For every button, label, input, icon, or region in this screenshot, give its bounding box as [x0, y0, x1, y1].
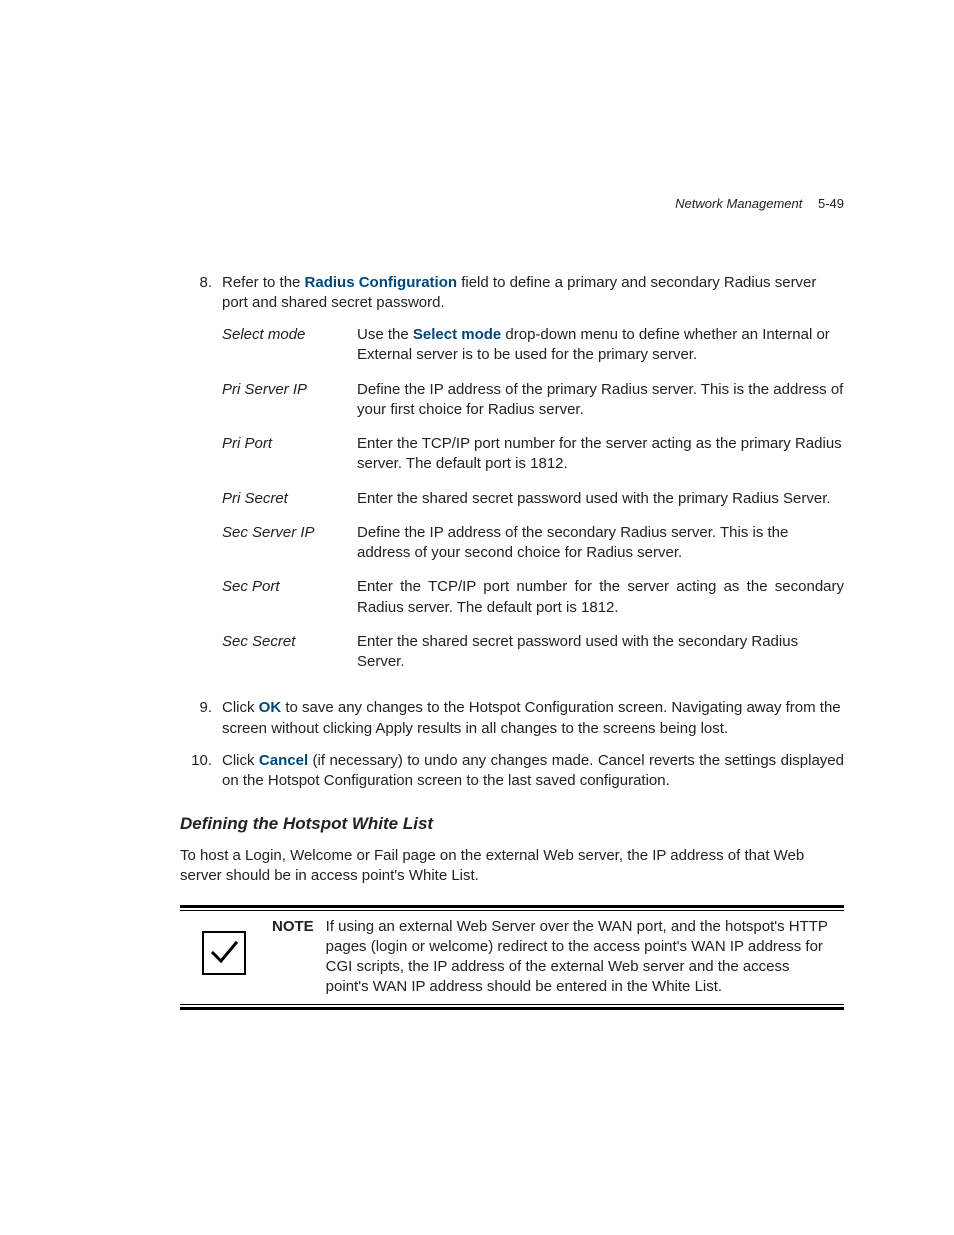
definition-table: Select mode Use the Select mode drop-dow…	[222, 325, 844, 672]
def-row: Sec Server IP Define the IP address of t…	[222, 523, 844, 564]
step-number: 8.	[180, 273, 222, 687]
def-term: Sec Server IP	[222, 523, 357, 564]
step-body: Click Cancel (if necessary) to undo any …	[222, 751, 844, 792]
def-desc: Enter the shared secret password used wi…	[357, 632, 844, 673]
step-9: 9. Click OK to save any changes to the H…	[180, 698, 844, 739]
bold-term: OK	[259, 699, 282, 716]
page-content: Network Management 5-49 8. Refer to the …	[0, 0, 954, 1010]
note-label: NOTE	[272, 917, 314, 998]
def-term: Pri Secret	[222, 489, 357, 509]
header-page-number: 5-49	[818, 196, 844, 211]
def-desc: Enter the TCP/IP port number for the ser…	[357, 434, 844, 475]
bold-term: Cancel	[259, 752, 308, 769]
def-row: Sec Secret Enter the shared secret passw…	[222, 632, 844, 673]
section-heading: Defining the Hotspot White List	[180, 813, 844, 836]
section-intro: To host a Login, Welcome or Fail page on…	[180, 846, 844, 887]
text: Use the	[357, 326, 413, 343]
def-term: Sec Secret	[222, 632, 357, 673]
bold-term: Select mode	[413, 326, 501, 343]
check-icon	[202, 931, 246, 975]
text: to save any changes to the Hotspot Confi…	[222, 699, 841, 736]
def-row: Sec Port Enter the TCP/IP port number fo…	[222, 577, 844, 618]
def-term: Sec Port	[222, 577, 357, 618]
note-text: If using an external Web Server over the…	[326, 917, 834, 998]
step-number: 9.	[180, 698, 222, 739]
step-body: Click OK to save any changes to the Hots…	[222, 698, 844, 739]
step-10: 10. Click Cancel (if necessary) to undo …	[180, 751, 844, 792]
def-term: Select mode	[222, 325, 357, 366]
def-row: Pri Server IP Define the IP address of t…	[222, 380, 844, 421]
def-row: Select mode Use the Select mode drop-dow…	[222, 325, 844, 366]
header-title: Network Management	[675, 196, 802, 211]
def-row: Pri Secret Enter the shared secret passw…	[222, 489, 844, 509]
text: Click	[222, 699, 259, 716]
def-desc: Define the IP address of the primary Rad…	[357, 380, 844, 421]
note-inner: NOTE If using an external Web Server ove…	[180, 910, 844, 1005]
bold-term: Radius Configuration	[305, 274, 458, 291]
step-list: 8. Refer to the Radius Configuration fie…	[180, 273, 844, 792]
text: Refer to the	[222, 274, 305, 291]
def-row: Pri Port Enter the TCP/IP port number fo…	[222, 434, 844, 475]
note-body: NOTE If using an external Web Server ove…	[272, 917, 840, 998]
step-8: 8. Refer to the Radius Configuration fie…	[180, 273, 844, 687]
def-term: Pri Port	[222, 434, 357, 475]
def-desc: Enter the shared secret password used wi…	[357, 489, 844, 509]
running-header: Network Management 5-49	[180, 195, 844, 213]
step-number: 10.	[180, 751, 222, 792]
def-desc: Enter the TCP/IP port number for the ser…	[357, 577, 844, 618]
step-body: Refer to the Radius Configuration field …	[222, 273, 844, 687]
text: (if necessary) to undo any changes made.…	[222, 752, 844, 789]
def-desc: Define the IP address of the secondary R…	[357, 523, 844, 564]
def-desc: Use the Select mode drop-down menu to de…	[357, 325, 844, 366]
def-term: Pri Server IP	[222, 380, 357, 421]
note-box: NOTE If using an external Web Server ove…	[180, 905, 844, 1010]
text: Click	[222, 752, 259, 769]
